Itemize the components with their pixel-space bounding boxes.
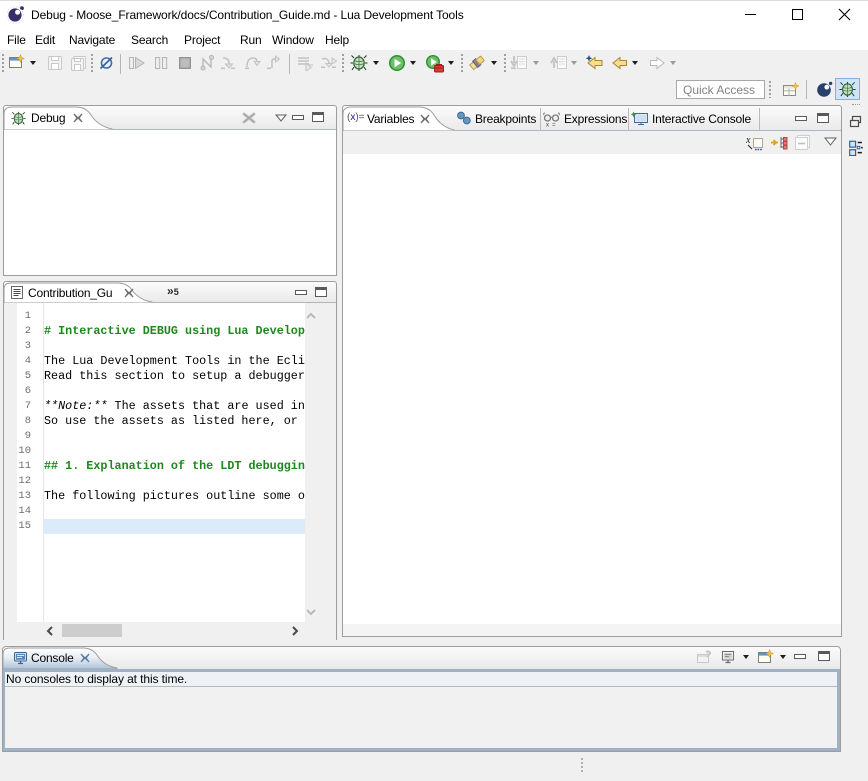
- svg-text:x: x: [746, 135, 751, 146]
- svg-text:=: =: [552, 123, 556, 128]
- svg-text:x: x: [546, 123, 549, 128]
